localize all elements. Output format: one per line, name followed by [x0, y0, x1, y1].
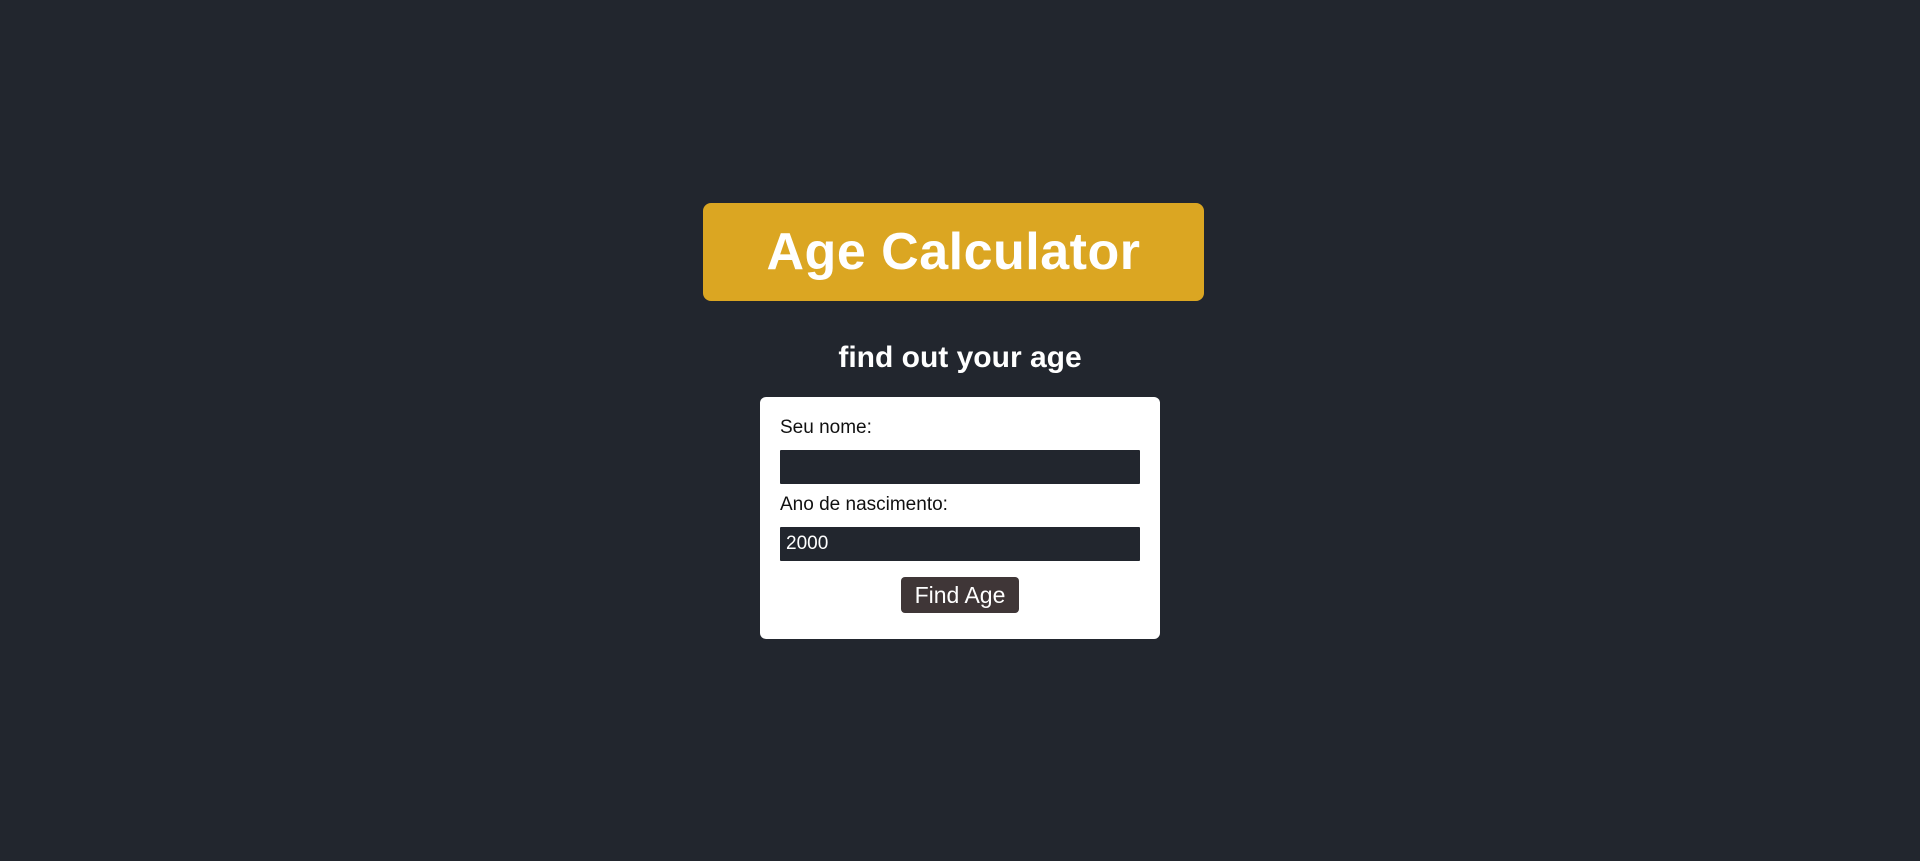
- age-form-card: Seu nome: Ano de nascimento: Find Age: [760, 397, 1160, 639]
- page-subtitle: find out your age: [838, 341, 1082, 374]
- title-banner: Age Calculator: [703, 203, 1204, 301]
- page-title: Age Calculator: [766, 223, 1141, 281]
- name-input[interactable]: [780, 450, 1140, 484]
- find-age-button[interactable]: Find Age: [901, 577, 1019, 613]
- name-label: Seu nome:: [780, 417, 872, 438]
- birth-year-label: Ano de nascimento:: [780, 494, 948, 515]
- birth-year-input[interactable]: [780, 527, 1140, 561]
